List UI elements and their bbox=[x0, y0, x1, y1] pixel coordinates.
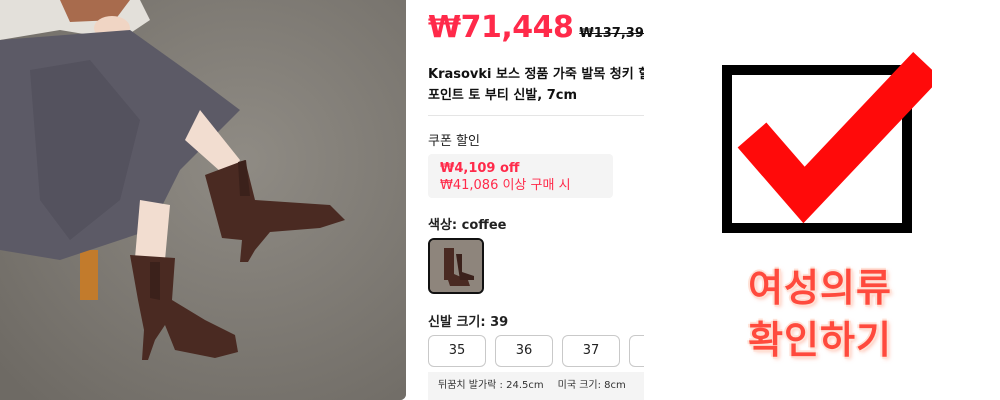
color-label: 색상: coffee bbox=[428, 218, 507, 233]
coupon-amount: ₩4,109 off bbox=[440, 161, 520, 176]
size-options: 35 36 37 38 bbox=[428, 335, 644, 367]
us-size: 미국 크기: 8cm bbox=[557, 380, 626, 391]
coupon-condition: ₩41,086 이상 구매 시 bbox=[440, 178, 571, 193]
product-title-line1: Krasovki 보스 정품 가죽 발목 청키 힐 bbox=[428, 67, 644, 82]
color-swatch-coffee[interactable] bbox=[428, 238, 484, 294]
size-option[interactable]: 35 bbox=[428, 335, 486, 367]
coupon-badge[interactable]: ₩4,109 off ₩41,086 이상 구매 시 bbox=[428, 154, 613, 198]
product-title[interactable]: Krasovki 보스 정품 가죽 발목 청키 힐 포인트 토 부티 신발, 7… bbox=[428, 64, 644, 106]
swatch-thumbnail-icon bbox=[430, 240, 482, 292]
checkbox-graphic bbox=[722, 50, 941, 235]
price-row: ₩71,448₩137,391-₩ bbox=[428, 10, 644, 45]
product-detail-panel: ₩71,448₩137,391-₩ Krasovki 보스 정품 가죽 발목 청… bbox=[406, 0, 644, 400]
promo-link[interactable]: 여성의류 확인하기 bbox=[700, 262, 940, 366]
promo-line1: 여성의류 bbox=[748, 266, 892, 310]
product-image[interactable] bbox=[0, 0, 406, 400]
size-label: 신발 크기: 39 bbox=[428, 315, 509, 330]
coupon-section-label: 쿠폰 할인 bbox=[428, 134, 480, 149]
divider bbox=[428, 115, 644, 116]
size-option[interactable]: 38 bbox=[629, 335, 644, 367]
heel-toe-length: 뒤꿈치 발가락 : 24.5cm bbox=[438, 380, 544, 391]
size-footnote: 뒤꿈치 발가락 : 24.5cm 미국 크기: 8cm bbox=[428, 372, 644, 400]
product-title-line2: 포인트 토 부티 신발, 7cm bbox=[428, 88, 578, 103]
size-option[interactable]: 36 bbox=[495, 335, 553, 367]
sale-price: ₩71,448 bbox=[428, 10, 574, 45]
original-price: ₩137,391 bbox=[579, 26, 644, 41]
size-option[interactable]: 37 bbox=[562, 335, 620, 367]
promo-line2: 확인하기 bbox=[748, 318, 892, 362]
red-checkmark-icon bbox=[722, 51, 941, 233]
woman-in-boots-photo bbox=[0, 0, 406, 400]
